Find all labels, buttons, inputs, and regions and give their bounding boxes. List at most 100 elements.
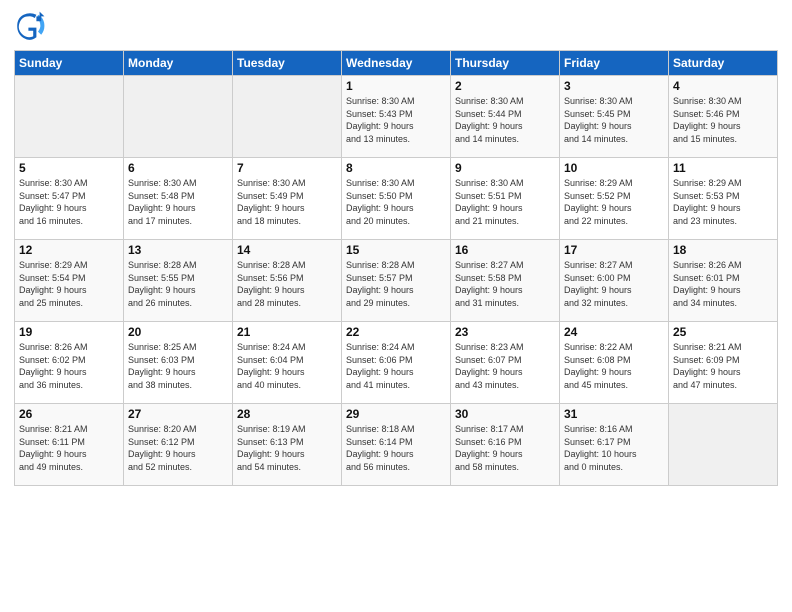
day-info: Sunrise: 8:28 AM Sunset: 5:55 PM Dayligh… — [128, 259, 228, 309]
calendar-cell: 14Sunrise: 8:28 AM Sunset: 5:56 PM Dayli… — [233, 240, 342, 322]
calendar-cell — [669, 404, 778, 486]
day-info: Sunrise: 8:24 AM Sunset: 6:06 PM Dayligh… — [346, 341, 446, 391]
day-number: 10 — [564, 161, 664, 175]
calendar-cell: 19 Sunrise: 8:26 AM Sunset: 6:02 PM Dayli… — [15, 322, 124, 404]
day-info: Sunrise: 8:26 AM Sunset: 6:02 PM Dayligh… — [19, 341, 119, 391]
logo — [14, 10, 50, 42]
day-info: Sunrise: 8:19 AM Sunset: 6:13 PM Dayligh… — [237, 423, 337, 473]
calendar-week-row: 5 Sunrise: 8:30 AM Sunset: 5:47 PM Daylig… — [15, 158, 778, 240]
day-number: 20 — [128, 325, 228, 339]
day-number: 13 — [128, 243, 228, 257]
calendar-cell — [124, 76, 233, 158]
calendar-cell: 12Sunrise: 8:29 AM Sunset: 5:54 PM Dayli… — [15, 240, 124, 322]
day-number: 28 — [237, 407, 337, 421]
calendar-cell: 8 Sunrise: 8:30 AM Sunset: 5:50 PM Daylig… — [342, 158, 451, 240]
day-number: 9 — [455, 161, 555, 175]
calendar-cell: 26 Sunrise: 8:21 AM Sunset: 6:11 PM Dayli… — [15, 404, 124, 486]
calendar-cell: 6Sunrise: 8:30 AM Sunset: 5:48 PM Daylig… — [124, 158, 233, 240]
day-number: 23 — [455, 325, 555, 339]
calendar-cell: 13 Sunrise: 8:28 AM Sunset: 5:55 PM Dayli… — [124, 240, 233, 322]
calendar-cell — [233, 76, 342, 158]
day-info: Sunrise: 8:21 AM Sunset: 6:11 PM Dayligh… — [19, 423, 119, 473]
day-number: 1 — [346, 79, 446, 93]
day-info: Sunrise: 8:28 AM Sunset: 5:57 PM Dayligh… — [346, 259, 446, 309]
day-info: Sunrise: 8:30 AM Sunset: 5:51 PM Dayligh… — [455, 177, 555, 227]
day-info: Sunrise: 8:30 AM Sunset: 5:45 PM Dayligh… — [564, 95, 664, 145]
calendar-cell: 7Sunrise: 8:30 AM Sunset: 5:49 PM Daylig… — [233, 158, 342, 240]
day-number: 22 — [346, 325, 446, 339]
day-info: Sunrise: 8:26 AM Sunset: 6:01 PM Dayligh… — [673, 259, 773, 309]
day-info: Sunrise: 8:29 AM Sunset: 5:54 PM Dayligh… — [19, 259, 119, 309]
day-info: Sunrise: 8:30 AM Sunset: 5:48 PM Dayligh… — [128, 177, 228, 227]
day-number: 18 — [673, 243, 773, 257]
day-number: 21 — [237, 325, 337, 339]
calendar-cell: 15Sunrise: 8:28 AM Sunset: 5:57 PM Dayli… — [342, 240, 451, 322]
calendar-cell: 10 Sunrise: 8:29 AM Sunset: 5:52 PM Dayli… — [560, 158, 669, 240]
day-header-friday: Friday — [560, 51, 669, 76]
header — [14, 10, 778, 42]
day-header-thursday: Thursday — [451, 51, 560, 76]
day-number: 11 — [673, 161, 773, 175]
calendar-week-row: 26 Sunrise: 8:21 AM Sunset: 6:11 PM Dayli… — [15, 404, 778, 486]
calendar-cell: 30 Sunrise: 8:17 AM Sunset: 6:16 PM Dayli… — [451, 404, 560, 486]
day-number: 16 — [455, 243, 555, 257]
calendar-cell: 23Sunrise: 8:23 AM Sunset: 6:07 PM Dayli… — [451, 322, 560, 404]
calendar-cell: 2Sunrise: 8:30 AM Sunset: 5:44 PM Daylig… — [451, 76, 560, 158]
calendar-week-row: 19 Sunrise: 8:26 AM Sunset: 6:02 PM Dayli… — [15, 322, 778, 404]
day-number: 5 — [19, 161, 119, 175]
calendar-cell: 22 Sunrise: 8:24 AM Sunset: 6:06 PM Dayli… — [342, 322, 451, 404]
calendar-cell — [15, 76, 124, 158]
day-header-tuesday: Tuesday — [233, 51, 342, 76]
calendar-cell: 28 Sunrise: 8:19 AM Sunset: 6:13 PM Dayli… — [233, 404, 342, 486]
calendar-cell: 31 Sunrise: 8:16 AM Sunset: 6:17 PM Dayli… — [560, 404, 669, 486]
day-number: 27 — [128, 407, 228, 421]
day-info: Sunrise: 8:30 AM Sunset: 5:44 PM Dayligh… — [455, 95, 555, 145]
day-info: Sunrise: 8:22 AM Sunset: 6:08 PM Dayligh… — [564, 341, 664, 391]
day-info: Sunrise: 8:30 AM Sunset: 5:47 PM Dayligh… — [19, 177, 119, 227]
day-info: Sunrise: 8:29 AM Sunset: 5:53 PM Dayligh… — [673, 177, 773, 227]
day-header-monday: Monday — [124, 51, 233, 76]
day-number: 19 — [19, 325, 119, 339]
day-number: 26 — [19, 407, 119, 421]
day-number: 30 — [455, 407, 555, 421]
calendar-cell: 3 Sunrise: 8:30 AM Sunset: 5:45 PM Daylig… — [560, 76, 669, 158]
calendar-cell: 21 Sunrise: 8:24 AM Sunset: 6:04 PM Dayli… — [233, 322, 342, 404]
day-info: Sunrise: 8:27 AM Sunset: 6:00 PM Dayligh… — [564, 259, 664, 309]
day-number: 25 — [673, 325, 773, 339]
calendar-cell: 1Sunrise: 8:30 AM Sunset: 5:43 PM Daylig… — [342, 76, 451, 158]
calendar-cell: 24 Sunrise: 8:22 AM Sunset: 6:08 PM Dayli… — [560, 322, 669, 404]
calendar-table: SundayMondayTuesdayWednesdayThursdayFrid… — [14, 50, 778, 486]
calendar-week-row: 1Sunrise: 8:30 AM Sunset: 5:43 PM Daylig… — [15, 76, 778, 158]
logo-icon — [14, 10, 46, 42]
day-number: 24 — [564, 325, 664, 339]
day-info: Sunrise: 8:29 AM Sunset: 5:52 PM Dayligh… — [564, 177, 664, 227]
calendar-cell: 20Sunrise: 8:25 AM Sunset: 6:03 PM Dayli… — [124, 322, 233, 404]
calendar-week-row: 12Sunrise: 8:29 AM Sunset: 5:54 PM Dayli… — [15, 240, 778, 322]
day-info: Sunrise: 8:16 AM Sunset: 6:17 PM Dayligh… — [564, 423, 664, 473]
day-number: 17 — [564, 243, 664, 257]
day-info: Sunrise: 8:27 AM Sunset: 5:58 PM Dayligh… — [455, 259, 555, 309]
day-info: Sunrise: 8:18 AM Sunset: 6:14 PM Dayligh… — [346, 423, 446, 473]
calendar-cell: 4 Sunrise: 8:30 AM Sunset: 5:46 PM Daylig… — [669, 76, 778, 158]
calendar-cell: 17 Sunrise: 8:27 AM Sunset: 6:00 PM Dayli… — [560, 240, 669, 322]
calendar-cell: 18 Sunrise: 8:26 AM Sunset: 6:01 PM Dayli… — [669, 240, 778, 322]
page-container: SundayMondayTuesdayWednesdayThursdayFrid… — [0, 0, 792, 492]
day-number: 8 — [346, 161, 446, 175]
day-info: Sunrise: 8:24 AM Sunset: 6:04 PM Dayligh… — [237, 341, 337, 391]
day-info: Sunrise: 8:17 AM Sunset: 6:16 PM Dayligh… — [455, 423, 555, 473]
day-info: Sunrise: 8:21 AM Sunset: 6:09 PM Dayligh… — [673, 341, 773, 391]
day-number: 7 — [237, 161, 337, 175]
day-number: 31 — [564, 407, 664, 421]
day-number: 29 — [346, 407, 446, 421]
calendar-cell: 11 Sunrise: 8:29 AM Sunset: 5:53 PM Dayli… — [669, 158, 778, 240]
day-info: Sunrise: 8:28 AM Sunset: 5:56 PM Dayligh… — [237, 259, 337, 309]
day-info: Sunrise: 8:30 AM Sunset: 5:50 PM Dayligh… — [346, 177, 446, 227]
day-number: 4 — [673, 79, 773, 93]
day-info: Sunrise: 8:20 AM Sunset: 6:12 PM Dayligh… — [128, 423, 228, 473]
day-header-sunday: Sunday — [15, 51, 124, 76]
day-info: Sunrise: 8:30 AM Sunset: 5:46 PM Dayligh… — [673, 95, 773, 145]
calendar-cell: 5 Sunrise: 8:30 AM Sunset: 5:47 PM Daylig… — [15, 158, 124, 240]
calendar-cell: 16 Sunrise: 8:27 AM Sunset: 5:58 PM Dayli… — [451, 240, 560, 322]
day-number: 3 — [564, 79, 664, 93]
day-header-wednesday: Wednesday — [342, 51, 451, 76]
